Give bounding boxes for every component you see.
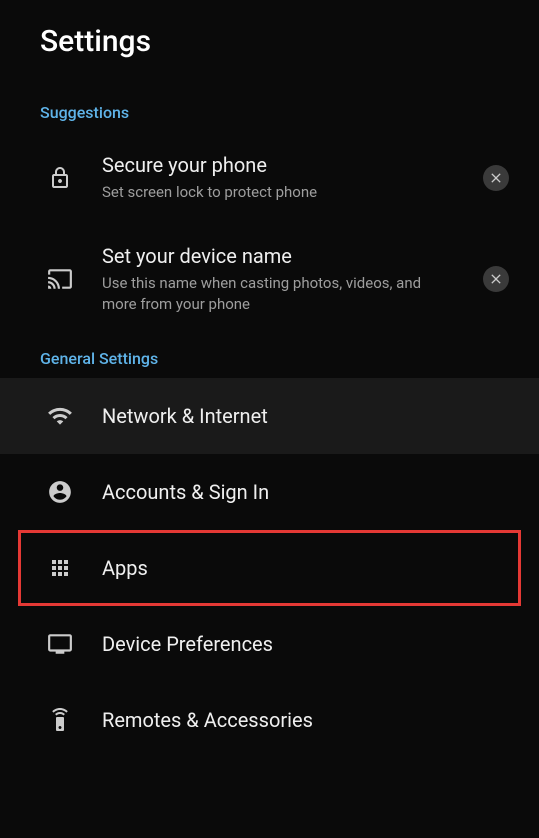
account-icon bbox=[46, 478, 74, 506]
settings-item-label: Accounts & Sign In bbox=[102, 479, 519, 505]
settings-item-label: Remotes & Accessories bbox=[102, 707, 519, 733]
settings-item-device-preferences[interactable]: Device Preferences bbox=[0, 606, 539, 682]
suggestion-title: Secure your phone bbox=[102, 152, 483, 178]
settings-item-label: Network & Internet bbox=[102, 403, 519, 429]
suggestion-device-name[interactable]: Set your device name Use this name when … bbox=[0, 223, 539, 335]
page-header: Settings bbox=[0, 0, 539, 89]
settings-item-remotes[interactable]: Remotes & Accessories bbox=[0, 682, 539, 758]
dismiss-button[interactable] bbox=[483, 165, 509, 191]
suggestion-subtitle: Set screen lock to protect phone bbox=[102, 182, 422, 203]
cast-icon bbox=[46, 265, 74, 293]
suggestion-content: Secure your phone Set screen lock to pro… bbox=[102, 152, 483, 203]
page-title: Settings bbox=[40, 24, 499, 59]
settings-item-accounts[interactable]: Accounts & Sign In bbox=[0, 454, 539, 530]
dismiss-button[interactable] bbox=[483, 266, 509, 292]
settings-item-label: Apps bbox=[102, 555, 501, 581]
suggestion-content: Set your device name Use this name when … bbox=[102, 243, 483, 315]
apps-icon bbox=[46, 554, 74, 582]
settings-item-label: Device Preferences bbox=[102, 631, 519, 657]
monitor-icon bbox=[46, 630, 74, 658]
suggestion-secure-phone[interactable]: Secure your phone Set screen lock to pro… bbox=[0, 132, 539, 223]
settings-item-apps[interactable]: Apps bbox=[18, 530, 521, 606]
general-settings-header: General Settings bbox=[0, 335, 539, 378]
suggestion-title: Set your device name bbox=[102, 243, 483, 269]
wifi-icon bbox=[46, 402, 74, 430]
suggestions-header: Suggestions bbox=[0, 89, 539, 132]
suggestion-subtitle: Use this name when casting photos, video… bbox=[102, 273, 422, 315]
settings-item-network[interactable]: Network & Internet bbox=[0, 378, 539, 454]
lock-icon bbox=[46, 164, 74, 192]
remote-icon bbox=[46, 706, 74, 734]
